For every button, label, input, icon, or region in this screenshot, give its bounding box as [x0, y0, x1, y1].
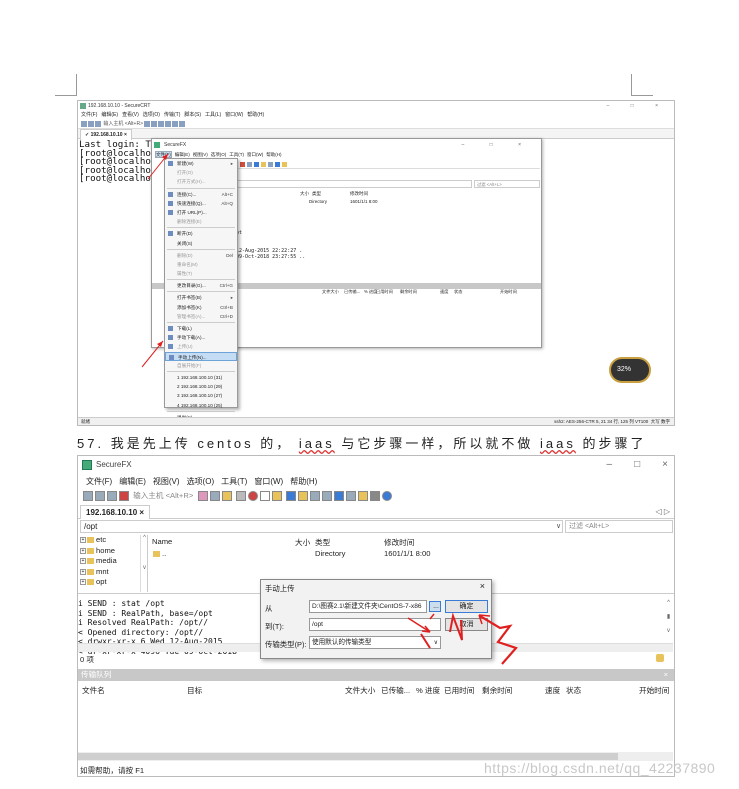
caption-iaas-2: iaas [539, 436, 576, 451]
page-corner-mark-right [631, 74, 653, 96]
annotation-digit-3 [479, 615, 518, 665]
caption-text-2: 与它步骤一样，所以就不做 [341, 436, 534, 451]
step-caption: 57. 我是先上传 centos 的， iaas 与它步骤一样，所以就不做 ia… [77, 433, 646, 452]
caption-iaas-1: iaas [298, 436, 335, 451]
securecrt-screenshot: 192.168.10.10 - SecureCRT – □ × 文件(F) 编辑(… [77, 100, 675, 426]
arrow-head [162, 154, 168, 160]
caption-number: 57. [77, 436, 105, 451]
caption-text-3: 的步骤了 [582, 436, 647, 451]
annotation-arrows-top [141, 153, 169, 368]
arrow-head [157, 341, 163, 347]
annotation-arrow-2 [429, 613, 435, 620]
caption-text-1: 我是先上传 centos 的， [110, 436, 293, 451]
securefx-screenshot: SecureFX – □ × 文件(F) 编辑(E) 视图(V) 选项(O) 工具(T) 窗口… [77, 455, 675, 777]
page-corner-mark-left [55, 74, 77, 96]
annotation-digit-1 [420, 633, 431, 649]
annotation-arrow-1 [407, 617, 431, 633]
annotation-digit-2 [449, 612, 463, 641]
watermark: https://blog.csdn.net/qq_42237890 [484, 760, 716, 776]
annotation-marks-bottom [407, 612, 518, 665]
